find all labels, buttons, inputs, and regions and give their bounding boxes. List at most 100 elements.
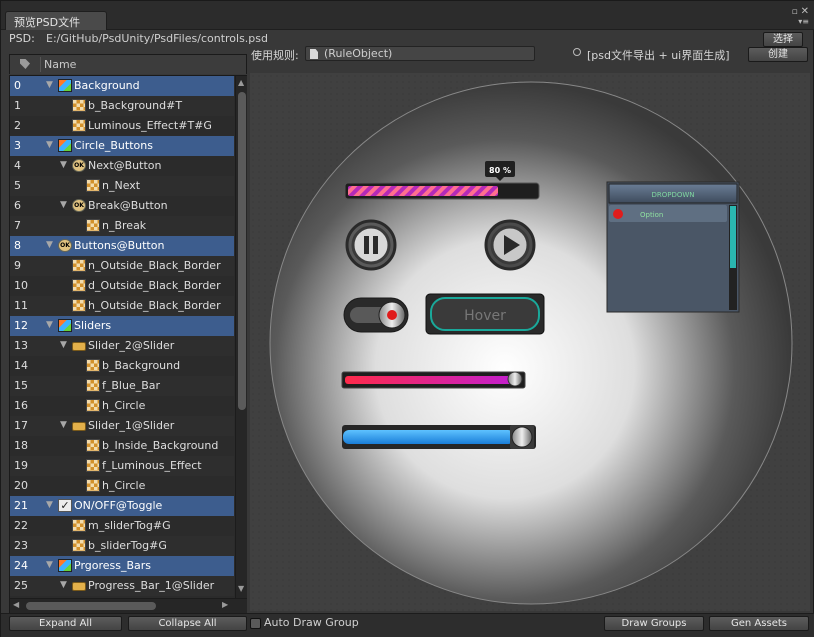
slider-icon — [72, 422, 86, 431]
tree-header: Name — [9, 54, 247, 74]
tag-icon — [20, 59, 30, 69]
dropdown-widget[interactable]: DROPDOWN Option — [606, 181, 740, 313]
layer-name: n_Break — [102, 219, 147, 232]
psd-preview-canvas[interactable]: 80 % Hover DROPDOWN Option — [250, 73, 810, 611]
pause-button[interactable] — [345, 219, 397, 271]
tree-row[interactable]: 4 ▼ OK Next@Button — [10, 156, 234, 176]
progress-label: 80 % — [489, 166, 511, 175]
layer-name: f_Luminous_Effect — [102, 459, 202, 472]
gen-assets-button[interactable]: Gen Assets — [709, 616, 809, 631]
ok-button-icon: OK — [72, 159, 86, 172]
tree-row[interactable]: 18 b_Inside_Background — [10, 436, 234, 456]
image-icon — [86, 459, 100, 472]
tree-row[interactable]: 19 f_Luminous_Effect — [10, 456, 234, 476]
horizontal-scroll-thumb[interactable] — [26, 602, 156, 610]
psd-path-field[interactable]: E:/GitHub/PsdUnity/PsdFiles/controls.psd — [46, 32, 268, 45]
expand-arrow-icon[interactable]: ▼ — [46, 140, 53, 150]
row-index: 6 — [14, 199, 21, 212]
tree-row[interactable]: 3 ▼ Circle_Buttons — [10, 136, 234, 156]
tree-row[interactable]: 25 ▼ Progress_Bar_1@Slider — [10, 576, 234, 596]
red-slider-fill — [345, 376, 515, 384]
rule-hint: [psd文件导出 + ui界面生成] — [587, 49, 730, 62]
scroll-right-icon[interactable]: ▶ — [222, 600, 228, 609]
preview-graphic: 80 % Hover DROPDOWN Option — [269, 81, 793, 605]
tree-row[interactable]: 14 b_Background — [10, 356, 234, 376]
auto-draw-group-checkbox[interactable] — [250, 618, 261, 629]
blue-slider[interactable] — [342, 425, 536, 449]
tree-row[interactable]: 17 ▼ Slider_1@Slider — [10, 416, 234, 436]
progress-bar-fill — [348, 186, 498, 196]
file-icon — [310, 49, 318, 59]
row-index: 3 — [14, 139, 21, 152]
tree-row[interactable]: 2 Luminous_Effect#T#G — [10, 116, 234, 136]
tree-row[interactable]: 13 ▼ Slider_2@Slider — [10, 336, 234, 356]
layer-name: b_Background — [102, 359, 181, 372]
vertical-scroll-thumb[interactable] — [238, 92, 246, 410]
cube-icon — [58, 139, 72, 152]
expand-arrow-icon[interactable]: ▼ — [46, 560, 53, 570]
row-index: 12 — [14, 319, 28, 332]
tree-row[interactable]: 10 d_Outside_Black_Border — [10, 276, 234, 296]
create-button[interactable]: 创建 — [748, 47, 808, 62]
expand-arrow-icon[interactable]: ▼ — [46, 240, 53, 250]
radio-icon[interactable] — [573, 48, 581, 56]
menu-icon[interactable]: ▾≡ — [798, 17, 809, 26]
expand-arrow-icon[interactable]: ▼ — [60, 160, 67, 170]
cube-icon — [58, 559, 72, 572]
red-slider-handle[interactable] — [507, 371, 523, 387]
tree-row[interactable]: 12 ▼ Sliders — [10, 316, 234, 336]
tree-row[interactable]: 8 ▼ OK Buttons@Button — [10, 236, 234, 256]
expand-arrow-icon[interactable]: ▼ — [46, 320, 53, 330]
tab-preview-psd[interactable]: 预览PSD文件 — [5, 11, 107, 30]
expand-arrow-icon[interactable]: ▼ — [46, 80, 53, 90]
tree-horizontal-scrollbar[interactable]: ◀ ▶ — [10, 598, 247, 613]
red-slider[interactable] — [341, 371, 526, 389]
expand-arrow-icon[interactable]: ▼ — [60, 340, 67, 350]
tree-row[interactable]: 21 ▼ ✓ ON/OFF@Toggle — [10, 496, 234, 516]
expand-arrow-icon[interactable]: ▼ — [46, 500, 53, 510]
tree-row[interactable]: 7 n_Break — [10, 216, 234, 236]
tree-row[interactable]: 11 h_Outside_Black_Border — [10, 296, 234, 316]
row-index: 19 — [14, 459, 28, 472]
tree-row[interactable]: 20 h_Circle — [10, 476, 234, 496]
tree-row[interactable]: 1 b_Background#T — [10, 96, 234, 116]
layer-name: Sliders — [74, 319, 112, 332]
maximize-icon[interactable]: ▫ — [792, 7, 798, 17]
blue-slider-fill — [343, 430, 514, 444]
row-index: 1 — [14, 99, 21, 112]
option-radio-icon — [613, 209, 623, 219]
collapse-all-button[interactable]: Collapse All — [128, 616, 247, 631]
hover-button[interactable]: Hover — [425, 293, 545, 335]
tree-row[interactable]: 6 ▼ OK Break@Button — [10, 196, 234, 216]
row-index: 21 — [14, 499, 28, 512]
row-index: 7 — [14, 219, 21, 232]
expand-all-button[interactable]: Expand All — [9, 616, 122, 631]
tree-row[interactable]: 0 ▼ Background — [10, 76, 234, 96]
tree-row[interactable]: 22 m_sliderTog#G — [10, 516, 234, 536]
expand-arrow-icon[interactable]: ▼ — [60, 580, 67, 590]
scroll-down-icon[interactable]: ▼ — [238, 584, 244, 593]
rule-object-field[interactable]: (RuleObject) — [305, 46, 535, 61]
close-icon[interactable]: ✕ — [801, 6, 809, 17]
draw-groups-button[interactable]: Draw Groups — [604, 616, 704, 631]
select-button[interactable]: 选择 — [763, 32, 803, 47]
expand-arrow-icon[interactable]: ▼ — [60, 200, 67, 210]
expand-arrow-icon[interactable]: ▼ — [60, 420, 67, 430]
tree-row[interactable]: 9 n_Outside_Black_Border — [10, 256, 234, 276]
on-off-toggle[interactable] — [343, 297, 409, 333]
scroll-up-icon[interactable]: ▲ — [238, 78, 244, 87]
scroll-left-icon[interactable]: ◀ — [13, 600, 19, 609]
layer-name: Break@Button — [88, 199, 168, 212]
tree-row[interactable]: 24 ▼ Prgoress_Bars — [10, 556, 234, 576]
rule-row: 使用规则: (RuleObject) [psd文件导出 + ui界面生成] 创建 — [251, 46, 814, 65]
row-index: 18 — [14, 439, 28, 452]
tree-vertical-scrollbar[interactable]: ▲ ▼ — [235, 76, 247, 598]
next-button[interactable] — [484, 219, 536, 271]
tree-row[interactable]: 23 b_sliderTog#G — [10, 536, 234, 556]
tree-row[interactable]: 5 n_Next — [10, 176, 234, 196]
tree-row[interactable]: 16 h_Circle — [10, 396, 234, 416]
row-index: 13 — [14, 339, 28, 352]
window-controls: ▫ ✕ ▾≡ — [792, 7, 809, 27]
tree-row[interactable]: 15 f_Blue_Bar — [10, 376, 234, 396]
row-index: 20 — [14, 479, 28, 492]
